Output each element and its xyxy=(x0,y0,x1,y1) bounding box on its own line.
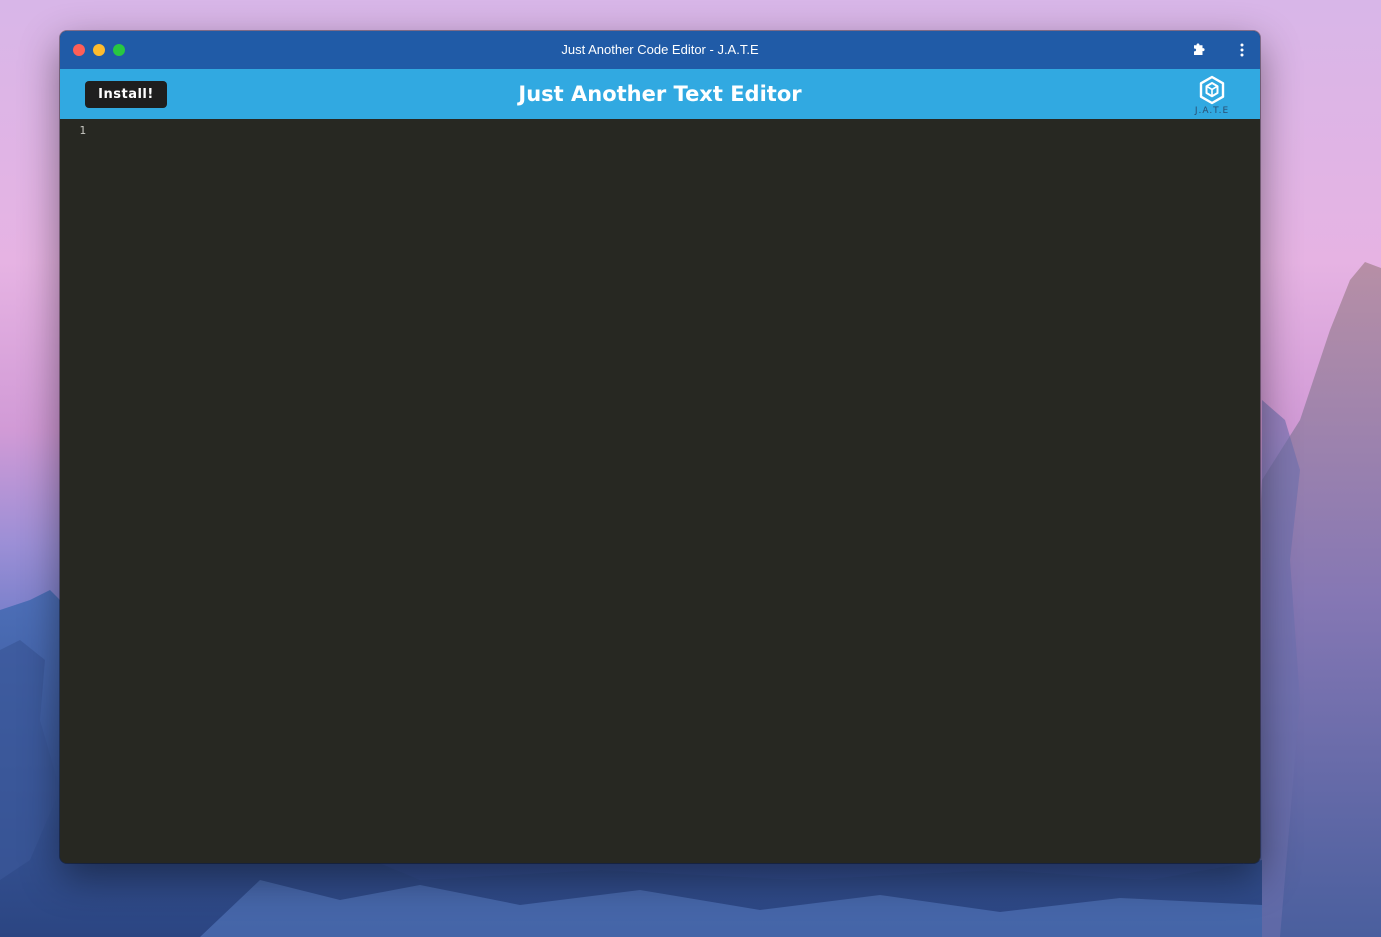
line-number: 1 xyxy=(79,124,86,137)
puzzle-piece-icon[interactable] xyxy=(1192,42,1208,58)
line-number-gutter: 1 xyxy=(60,119,90,863)
page-title: Just Another Text Editor xyxy=(518,82,802,106)
hexagon-cube-logo-icon xyxy=(1199,75,1225,105)
logo-text: J.A.T.E xyxy=(1194,106,1230,116)
desktop-wallpaper: Just Another Code Editor - J.A.T.E Insta… xyxy=(0,0,1381,937)
code-editor[interactable]: 1 xyxy=(60,119,1260,863)
kebab-menu-icon[interactable] xyxy=(1234,42,1250,58)
jate-logo: J.A.T.E xyxy=(1188,73,1236,119)
browser-window: Just Another Code Editor - J.A.T.E Insta… xyxy=(60,31,1260,863)
app-header: Install! Just Another Text Editor J.A.T.… xyxy=(60,69,1260,119)
window-title: Just Another Code Editor - J.A.T.E xyxy=(561,42,759,57)
window-titlebar[interactable]: Just Another Code Editor - J.A.T.E xyxy=(60,31,1260,69)
editor-text-area[interactable] xyxy=(94,119,1254,863)
